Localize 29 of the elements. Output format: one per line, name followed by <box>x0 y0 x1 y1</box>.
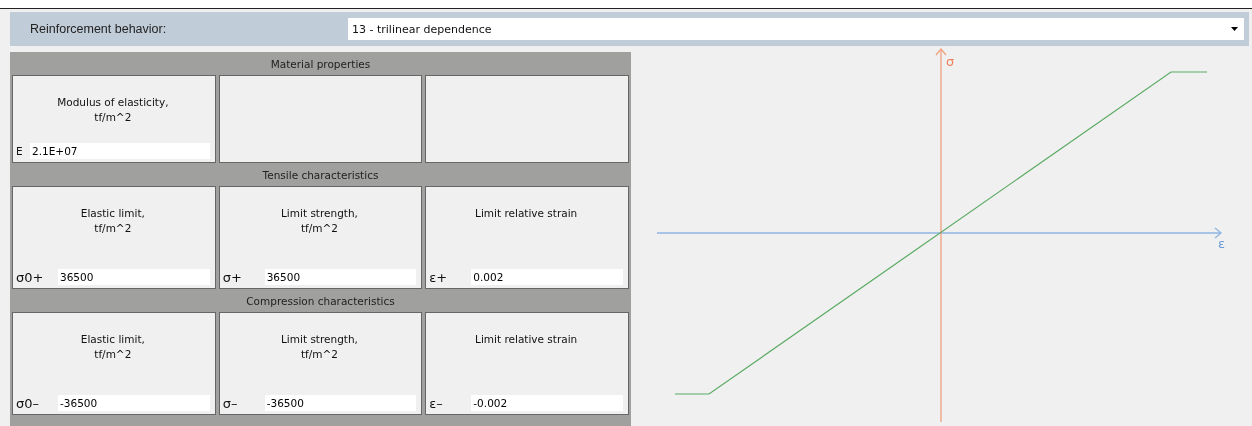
property-label: Limit relative strain <box>475 206 578 221</box>
value-field[interactable]: 36500 <box>264 269 417 285</box>
symbol-label: σ– <box>222 395 239 411</box>
axis-label: σ <box>946 54 955 69</box>
symbol-label: ε+ <box>429 269 449 285</box>
section-header: Compression characteristics <box>245 293 396 309</box>
value-field[interactable]: -36500 <box>264 395 417 411</box>
value-field[interactable]: 2.1E+07 <box>30 143 210 159</box>
property-label: Limit strength, tf/m^2 <box>281 332 358 362</box>
behavior-dropdown[interactable]: 13 - trilinear dependence <box>348 18 1244 40</box>
symbol-label: ε– <box>429 395 444 411</box>
axis-label: ε <box>1218 236 1226 251</box>
property-label: Limit relative strain <box>475 332 578 347</box>
value-field[interactable]: -36500 <box>58 395 210 411</box>
property-label: Elastic limit, tf/m^2 <box>80 206 145 236</box>
value-field[interactable]: 0.002 <box>471 269 623 285</box>
property-label: Elastic limit, tf/m^2 <box>80 332 145 362</box>
property-label: Limit strength, tf/m^2 <box>281 206 358 236</box>
value-field[interactable]: 36500 <box>58 269 210 285</box>
symbol-label: σ+ <box>222 269 243 285</box>
caret-icon <box>1231 27 1238 31</box>
value-field[interactable]: -0.002 <box>471 395 623 411</box>
section-header: Material properties <box>269 56 372 72</box>
section-header: Tensile characteristics <box>261 167 380 183</box>
behavior-label: Reinforcement behavior: <box>30 22 168 36</box>
property-label: Modulus of elasticity, tf/m^2 <box>57 95 169 125</box>
symbol-label: E <box>16 145 24 157</box>
symbol-label: σ0– <box>16 395 40 411</box>
symbol-label: σ0+ <box>16 269 45 285</box>
